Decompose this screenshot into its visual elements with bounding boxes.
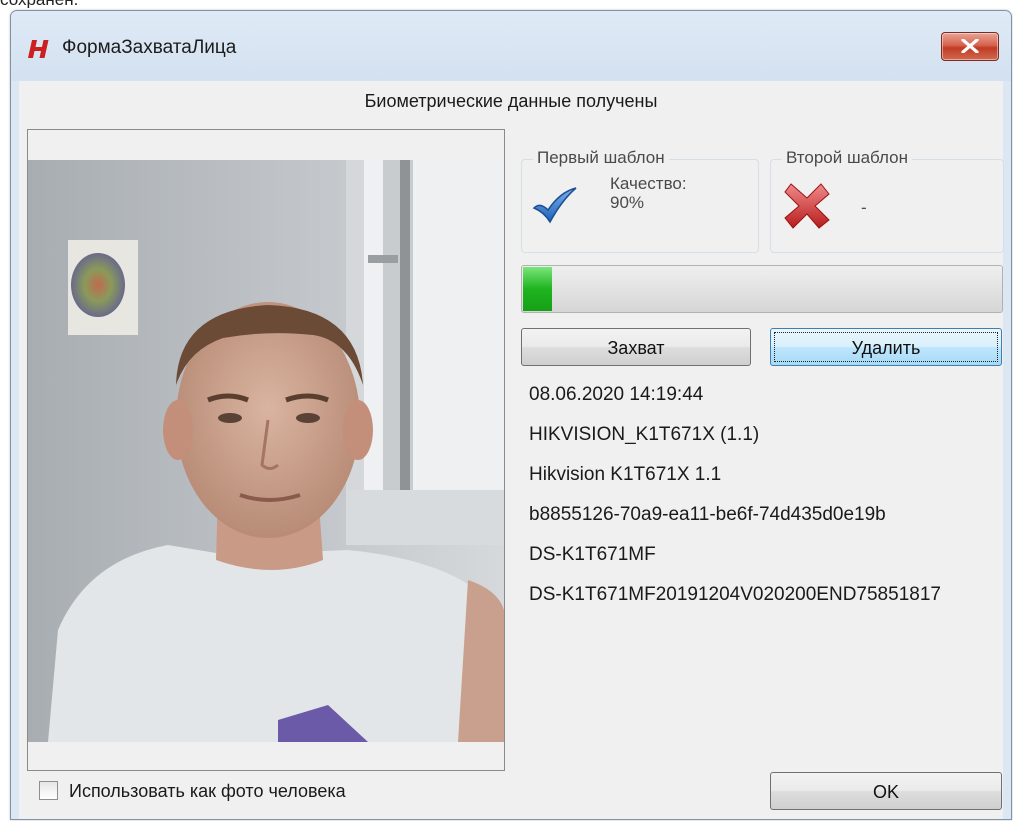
face-photo-image [28, 160, 504, 742]
check-icon [532, 187, 577, 224]
close-button[interactable] [941, 32, 999, 61]
info-firmware: DS-K1T671MF20191204V020200END75851817 [529, 584, 941, 605]
first-template-group: Первый шаблон Качество: 90% [521, 148, 759, 253]
info-capture-time: 08.06.2020 14:19:44 [529, 384, 704, 405]
delete-button[interactable]: Удалить [770, 328, 1002, 366]
capture-progress-bar [521, 265, 1003, 313]
info-guid: b8855126-70a9-ea11-be6f-74d435d0e19b [529, 504, 886, 525]
status-message: Биометрические данные получены [364, 91, 658, 111]
window-title: ФормаЗахватаЛица [62, 37, 237, 58]
first-template-title: Первый шаблон [533, 148, 669, 168]
capture-button[interactable]: Захват [521, 328, 751, 366]
camera-preview-frame [27, 129, 505, 771]
second-template-group: Второй шаблон - [770, 148, 1004, 253]
x-icon [784, 183, 830, 229]
face-capture-dialog: ФормаЗахватаЛица Биометрические данные п… [10, 10, 1012, 820]
quality-value: 90% [610, 193, 645, 212]
title-bar[interactable]: ФормаЗахватаЛица [11, 11, 1011, 81]
quality-label: Качество: [610, 174, 687, 193]
focus-rectangle [774, 332, 998, 362]
info-device-model: Hikvision K1T671X 1.1 [529, 464, 722, 485]
info-device-id: HIKVISION_K1T671X (1.1) [529, 424, 760, 445]
captured-face-photo [28, 160, 504, 742]
background-text-fragment: сохранен. [0, 0, 1013, 8]
info-device-type: DS-K1T671MF [529, 544, 656, 565]
use-as-photo-checkbox[interactable] [39, 781, 58, 800]
second-template-title: Второй шаблон [782, 148, 912, 168]
ok-button[interactable]: OK [770, 772, 1002, 810]
dialog-body: Биометрические данные получены Использов… [19, 81, 1004, 819]
use-as-photo-label[interactable]: Использовать как фото человека [69, 781, 346, 802]
app-logo-icon [28, 40, 49, 58]
second-template-value: - [861, 198, 867, 217]
progress-fill [523, 267, 552, 311]
close-icon [961, 39, 979, 53]
